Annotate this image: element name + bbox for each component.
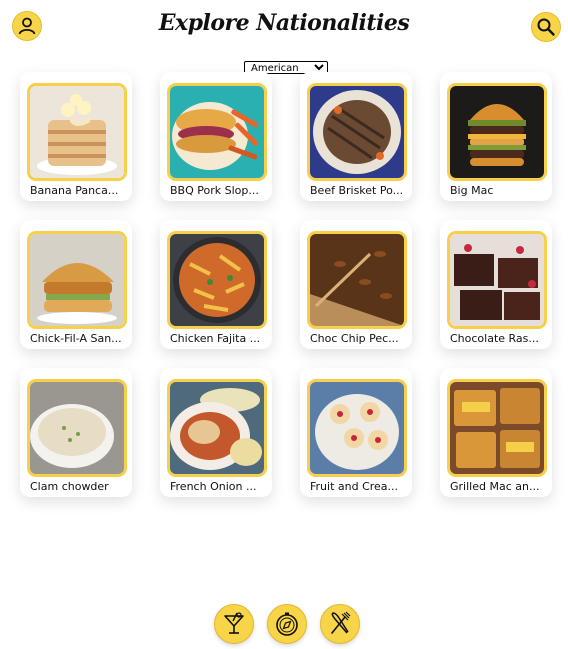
recipe-label: Banana Panca...	[30, 184, 119, 197]
recipe-label: French Onion ...	[170, 480, 257, 493]
recipe-card[interactable]: French Onion ...	[160, 368, 272, 497]
recipe-label: BBQ Pork Slop...	[170, 184, 259, 197]
search-icon	[537, 18, 555, 36]
recipe-card[interactable]: Chicken Fajita ...	[160, 220, 272, 349]
recipe-label: Fruit and Crea...	[310, 480, 399, 493]
recipe-card[interactable]: BBQ Pork Slop...	[160, 72, 272, 201]
recipe-image	[27, 379, 127, 477]
cocktail-icon	[224, 612, 244, 634]
header: Explore Nationalities	[0, 0, 568, 56]
recipe-grid: Banana Panca... BBQ Pork Slop... Beef Br…	[20, 72, 552, 497]
recipe-image	[447, 83, 547, 181]
recipe-label: Chocolate Ras...	[450, 332, 539, 345]
recipe-card[interactable]: Fruit and Crea...	[300, 368, 412, 497]
recipe-label: Big Mac	[450, 184, 494, 197]
recipe-card[interactable]: Banana Panca...	[20, 72, 132, 201]
recipe-image	[447, 379, 547, 477]
bottom-nav	[214, 604, 360, 644]
recipe-image	[167, 379, 267, 477]
recipe-image	[27, 231, 127, 329]
recipe-label: Beef Brisket Po...	[310, 184, 404, 197]
recipe-image	[167, 231, 267, 329]
recipe-image	[307, 379, 407, 477]
nav-compass-button[interactable]	[267, 604, 307, 644]
recipe-label: Clam chowder	[30, 480, 109, 493]
page-title: Explore Nationalities	[158, 10, 410, 36]
recipe-card[interactable]: Choc Chip Pec...	[300, 220, 412, 349]
recipe-label: Chick-Fil-A San...	[30, 332, 122, 345]
nav-fork-knife-button[interactable]	[320, 604, 360, 644]
fork-knife-icon	[331, 611, 351, 634]
recipe-label: Grilled Mac an...	[450, 480, 540, 493]
recipe-image	[307, 83, 407, 181]
recipe-label: Chicken Fajita ...	[170, 332, 261, 345]
recipe-card[interactable]: Clam chowder	[20, 368, 132, 497]
recipe-image	[27, 83, 127, 181]
recipe-image	[307, 231, 407, 329]
recipe-card[interactable]: Beef Brisket Po...	[300, 72, 412, 201]
recipe-card[interactable]: Grilled Mac an...	[440, 368, 552, 497]
recipe-image	[447, 231, 547, 329]
recipe-card[interactable]: Chick-Fil-A San...	[20, 220, 132, 349]
recipe-card[interactable]: Big Mac	[440, 72, 552, 201]
recipe-card[interactable]: Chocolate Ras...	[440, 220, 552, 349]
recipe-image	[167, 83, 267, 181]
recipe-label: Choc Chip Pec...	[310, 332, 399, 345]
search-button[interactable]	[531, 12, 561, 42]
compass-icon	[276, 612, 298, 636]
nav-cocktail-button[interactable]	[214, 604, 254, 644]
